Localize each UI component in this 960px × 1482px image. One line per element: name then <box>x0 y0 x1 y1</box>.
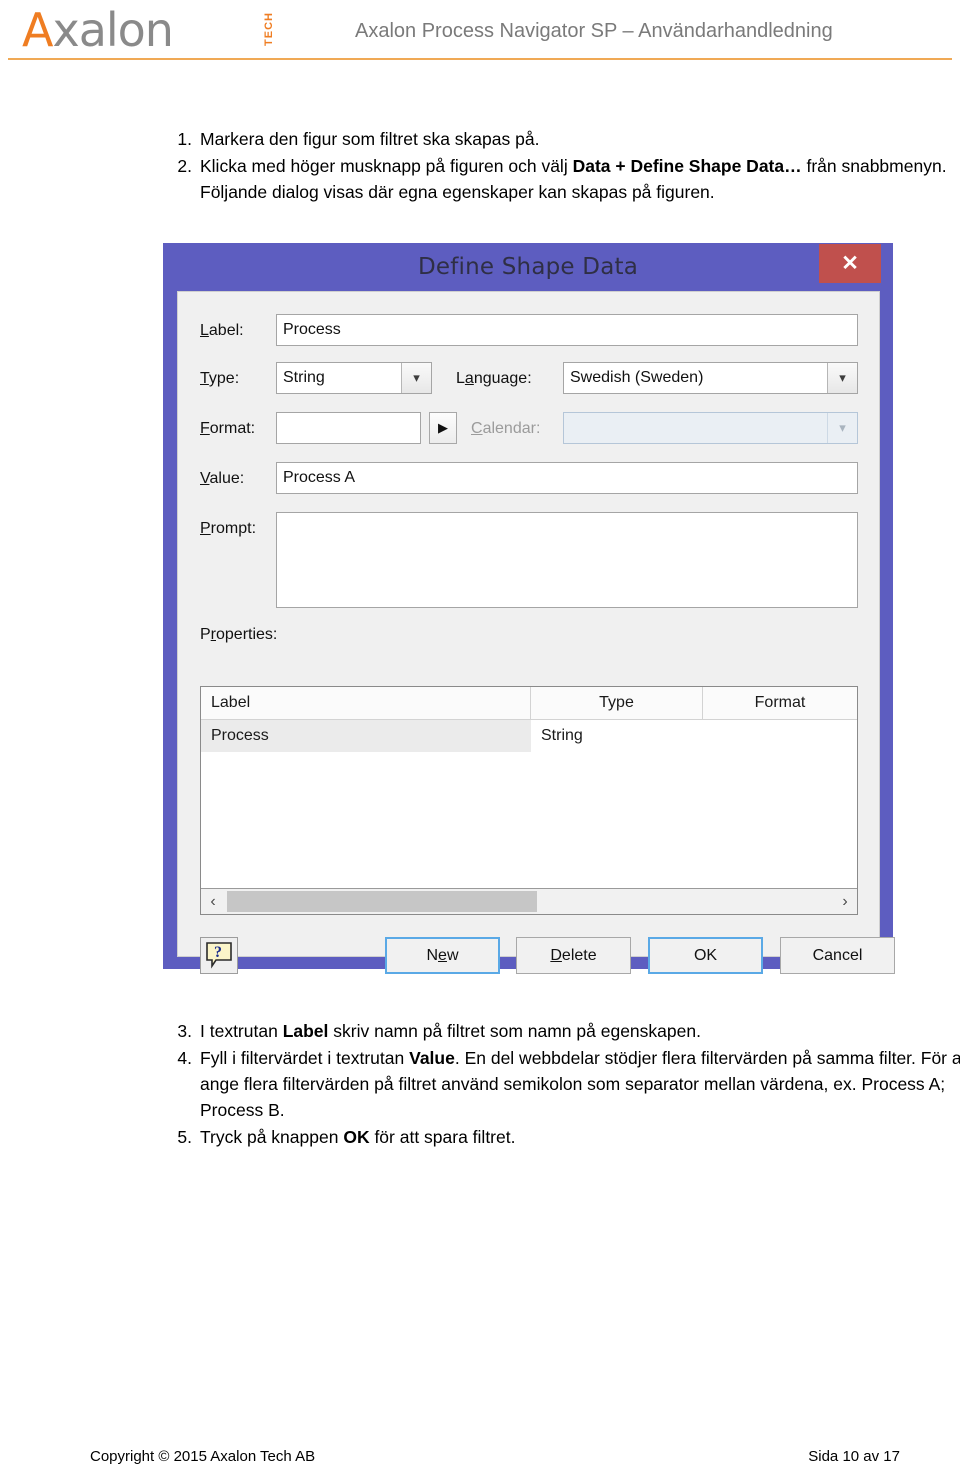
step-number: 3. <box>177 1020 192 1041</box>
field-row-prompt: Prompt: <box>178 512 879 608</box>
instruction-list-bottom: 3. I textrutan Label skriv namn på filtre… <box>110 1018 960 1151</box>
dialog-body: Label: Process Type: String ▾ Language: … <box>177 291 895 974</box>
step-number: 2. <box>177 155 192 176</box>
logo-wordmark: Axalon <box>22 4 287 56</box>
step-text: för att spara filtret. <box>369 1126 516 1147</box>
step-number: 4. <box>177 1047 192 1068</box>
prompt-field-caption: Prompt: <box>200 520 257 537</box>
format-field-caption: Format: <box>200 420 256 437</box>
step-emphasis: OK <box>343 1126 370 1147</box>
value-input[interactable]: Process A <box>276 462 858 494</box>
chevron-down-icon[interactable]: ▾ <box>827 363 857 393</box>
step-number: 5. <box>177 1126 192 1147</box>
new-button[interactable]: New <box>385 937 500 974</box>
field-row-format-calendar: Format: ▶ Calendar: ▾ <box>178 412 879 446</box>
type-select[interactable]: String ▾ <box>276 362 432 394</box>
type-field-caption: Type: <box>200 370 240 387</box>
label-input[interactable]: Process <box>276 314 858 346</box>
column-header-type[interactable]: Type <box>531 687 703 719</box>
language-select-value: Swedish (Sweden) <box>570 369 704 386</box>
instruction-step: 5. Tryck på knappen OK för att spara filt… <box>150 1124 960 1150</box>
step-emphasis: Label <box>282 1020 329 1041</box>
instruction-step: 3. I textrutan Label skriv namn på filtre… <box>150 1018 960 1044</box>
delete-button[interactable]: Delete <box>516 937 631 974</box>
help-icon[interactable]: ? <box>200 937 238 974</box>
field-row-label: Label: Process <box>178 314 879 348</box>
ok-button[interactable]: OK <box>648 937 763 974</box>
language-field-caption: Language: <box>456 370 532 387</box>
step-text: Tryck på knappen <box>200 1126 344 1147</box>
field-row-type-language: Type: String ▾ Language: Swedish (Sweden… <box>178 362 879 396</box>
axalon-logo: Axalon TECH <box>22 4 287 56</box>
cell-label[interactable]: Process <box>201 720 531 752</box>
dialog-titlebar[interactable]: Define Shape Data ✕ <box>163 243 893 293</box>
instruction-step: 1. Markera den figur som filtret ska skap… <box>150 126 960 152</box>
document-footer: Copyright © 2015 Axalon Tech AB Sida 10 … <box>0 1448 960 1478</box>
scroll-right-icon[interactable]: › <box>833 889 857 914</box>
footer-copyright: Copyright © 2015 Axalon Tech AB <box>90 1448 316 1465</box>
field-row-value: Value: Process A <box>178 462 879 496</box>
footer-page-number: Sida 10 av 17 <box>808 1448 900 1465</box>
step-text: skriv namn på filtret som namn på egensk… <box>328 1020 701 1041</box>
value-field-caption: Value: <box>200 470 245 487</box>
step-emphasis: Data + Define Shape Data… <box>572 155 802 176</box>
cell-type[interactable]: String <box>531 720 703 752</box>
chevron-down-icon: ▾ <box>827 413 857 443</box>
properties-grid-header: Label Type Format <box>201 687 857 720</box>
instruction-list-top: 1. Markera den figur som filtret ska skap… <box>110 126 960 206</box>
document-header: Axalon TECH Axalon Process Navigator SP … <box>0 0 960 62</box>
properties-caption: Properties: <box>200 626 278 643</box>
type-select-value: String <box>283 369 325 386</box>
instruction-step: 4. Fyll i filtervärdet i textrutan Value.… <box>150 1045 960 1123</box>
properties-grid[interactable]: Label Type Format Process String ‹ › <box>200 686 858 915</box>
header-divider-rule <box>8 58 952 60</box>
close-icon[interactable]: ✕ <box>819 244 881 283</box>
cancel-button[interactable]: Cancel <box>780 937 895 974</box>
logo-letter-a: A <box>22 3 53 57</box>
scrollbar-thumb[interactable] <box>227 891 537 912</box>
help-balloon-icon: ? <box>206 942 232 969</box>
instruction-step: 2. Klicka med höger musknapp på figuren o… <box>150 153 960 205</box>
logo-tech-mark: TECH <box>263 12 275 46</box>
step-text: Klicka med höger musknapp på figuren och… <box>200 155 573 176</box>
document-header-title: Axalon Process Navigator SP – Användarha… <box>355 20 833 42</box>
step-text: I textrutan <box>200 1020 283 1041</box>
logo-text-xalon: xalon <box>52 3 173 57</box>
calendar-select: ▾ <box>563 412 858 444</box>
prompt-textarea[interactable] <box>276 512 858 608</box>
table-row[interactable]: Process String <box>201 720 857 752</box>
cell-format[interactable] <box>703 720 857 752</box>
horizontal-scrollbar[interactable]: ‹ › <box>201 888 857 914</box>
step-emphasis: Value <box>409 1047 455 1068</box>
column-header-format[interactable]: Format <box>703 687 857 719</box>
label-field-caption: Label: <box>200 322 244 339</box>
calendar-field-caption: Calendar: <box>471 420 541 437</box>
define-shape-data-dialog: Define Shape Data ✕ Label: Process Type:… <box>163 243 895 974</box>
dialog-title: Define Shape Data <box>417 254 639 280</box>
format-expand-icon[interactable]: ▶ <box>429 412 457 444</box>
format-input[interactable] <box>276 412 421 444</box>
scroll-left-icon[interactable]: ‹ <box>201 889 225 914</box>
language-select[interactable]: Swedish (Sweden) ▾ <box>563 362 858 394</box>
step-text: Fyll i filtervärdet i textrutan <box>200 1047 410 1068</box>
svg-text:?: ? <box>214 944 222 961</box>
column-header-label[interactable]: Label <box>201 687 531 719</box>
chevron-down-icon[interactable]: ▾ <box>401 363 431 393</box>
step-number: 1. <box>177 128 192 149</box>
step-text: Markera den figur som filtret ska skapas… <box>200 128 540 149</box>
